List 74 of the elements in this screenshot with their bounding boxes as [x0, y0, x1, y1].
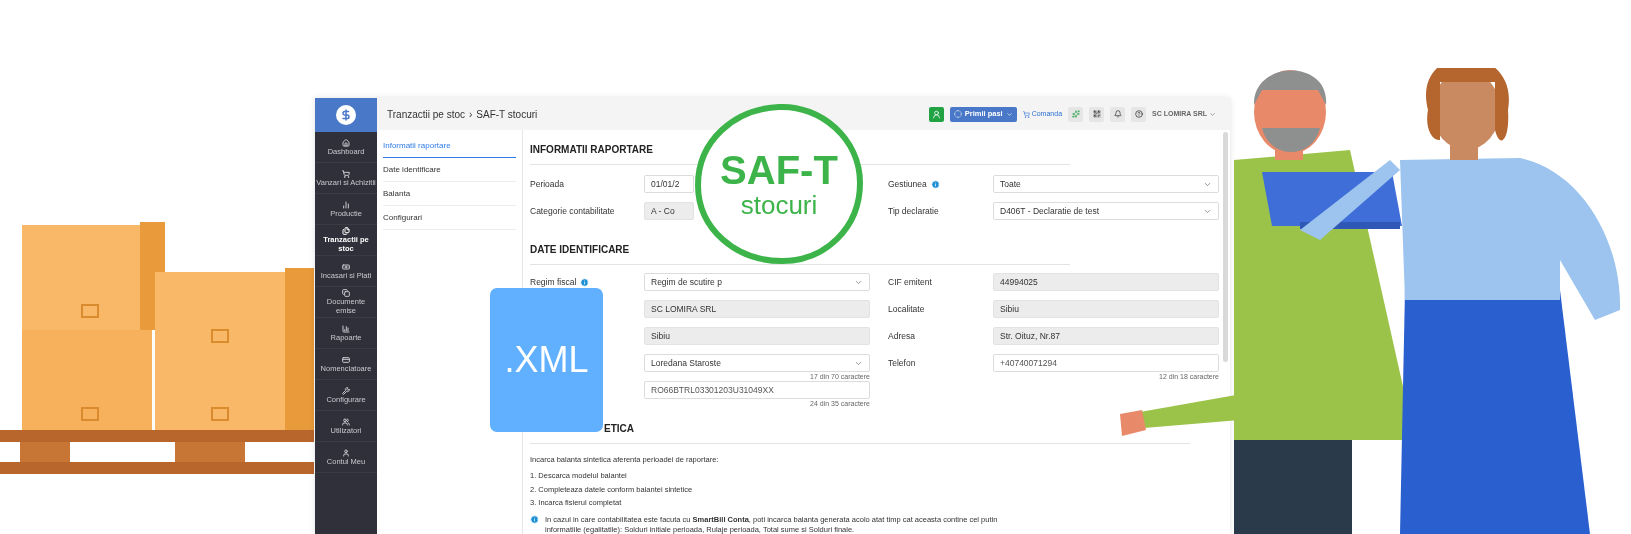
- breadcrumb-link[interactable]: Tranzactii pe stoc: [387, 106, 465, 122]
- badge-title: SAF-T: [720, 149, 838, 191]
- section-tab[interactable]: Balanta: [383, 182, 516, 206]
- field-label: CIF emitent: [888, 275, 932, 289]
- field-label: Perioada: [530, 177, 565, 191]
- field-value: RO66BTRL03301203U31049XX: [651, 383, 774, 397]
- input-field[interactable]: 44994025: [993, 273, 1219, 291]
- field-value: Toate: [1000, 177, 1021, 191]
- select-field[interactable]: Toate: [993, 175, 1219, 193]
- section-heading: ETICA: [604, 423, 634, 434]
- file-extension: .XML: [504, 338, 589, 382]
- field-value: Loredana Staroste: [651, 356, 721, 370]
- section-heading: DATE IDENTIFICARE: [530, 244, 630, 255]
- card-icon: [342, 355, 350, 364]
- select-field[interactable]: D406T - Declaratie de test: [993, 202, 1219, 220]
- feedback-button[interactable]: [928, 106, 944, 122]
- chevron-icon: [1005, 110, 1013, 118]
- notifications-button[interactable]: [1110, 106, 1126, 122]
- input-field[interactable]: RO66BTRL03301203U31049XX: [644, 381, 870, 399]
- input-field[interactable]: Sibiu: [644, 327, 870, 345]
- field-value: +40740071294: [1000, 356, 1057, 370]
- input-field[interactable]: SC LOMIRA SRL: [644, 300, 870, 318]
- section-tab[interactable]: Date identificare: [383, 158, 516, 182]
- input-field[interactable]: Sibiu: [993, 300, 1219, 318]
- field-label: Categorie contabilitate: [530, 204, 615, 218]
- user-icon: [931, 109, 941, 119]
- breadcrumb-separator: ›: [469, 107, 473, 122]
- field-label: Telefon: [888, 356, 916, 370]
- field-label: Regim fiscal: [530, 275, 577, 289]
- field-label: Adresa: [888, 329, 915, 343]
- sparkle-button[interactable]: [1068, 106, 1084, 122]
- copy-icon: [342, 289, 350, 297]
- logo-icon: [336, 105, 356, 125]
- user-icon: [342, 448, 350, 457]
- qr-code-icon: [1092, 110, 1101, 118]
- bar-chart-icon: [342, 324, 350, 333]
- section-tab[interactable]: Configurari: [383, 206, 516, 230]
- users-icon: [342, 417, 350, 426]
- badge-subtitle: stocuri: [740, 191, 818, 219]
- field-value: Sibiu: [651, 329, 670, 343]
- field-value: Sibiu: [1000, 302, 1019, 316]
- field-label: Gestiunea: [888, 177, 927, 191]
- input-field[interactable]: +40740071294: [993, 354, 1219, 372]
- field-value: SC LOMIRA SRL: [651, 302, 717, 316]
- help-icon: [1134, 110, 1143, 118]
- section-heading: INFORMATII RAPORTARE: [530, 144, 653, 155]
- help-button[interactable]: [1131, 106, 1147, 122]
- bar-chart-icon: [342, 200, 350, 209]
- field-label: Localitate: [888, 302, 925, 316]
- bell-icon: [1113, 110, 1122, 118]
- input-field[interactable]: Str. Oituz, Nr.87: [993, 327, 1219, 345]
- breadcrumb-current: SAF-T stocuri: [476, 107, 538, 122]
- cart-icon: [1022, 110, 1030, 118]
- sparkle-icon: [1071, 110, 1080, 118]
- field-label: Tip declaratie: [888, 204, 939, 218]
- wrench-icon: [342, 386, 350, 395]
- field-value: D406T - Declaratie de test: [1000, 204, 1100, 218]
- input-field[interactable]: 01/01/2: [644, 175, 694, 193]
- field-value: 01/01/2: [651, 177, 680, 191]
- info-icon: [530, 515, 539, 524]
- home-icon: [342, 138, 350, 147]
- field-value: A - Co: [651, 204, 675, 218]
- circle-icon: [953, 110, 962, 118]
- select-field[interactable]: Regim de scutire p: [644, 273, 870, 291]
- chevron-icon: [1209, 110, 1216, 118]
- section-tab[interactable]: Informatii raportare: [383, 134, 516, 158]
- banknote-icon: [342, 262, 350, 271]
- qr-code-button[interactable]: [1089, 106, 1105, 122]
- cart-icon: [342, 169, 350, 178]
- field-value: 44994025: [1000, 275, 1038, 289]
- input-field[interactable]: A - Co: [644, 202, 694, 220]
- field-value: Regim de scutire p: [651, 275, 722, 289]
- select-field[interactable]: Loredana Staroste: [644, 354, 870, 372]
- field-value: Str. Oituz, Nr.87: [1000, 329, 1060, 343]
